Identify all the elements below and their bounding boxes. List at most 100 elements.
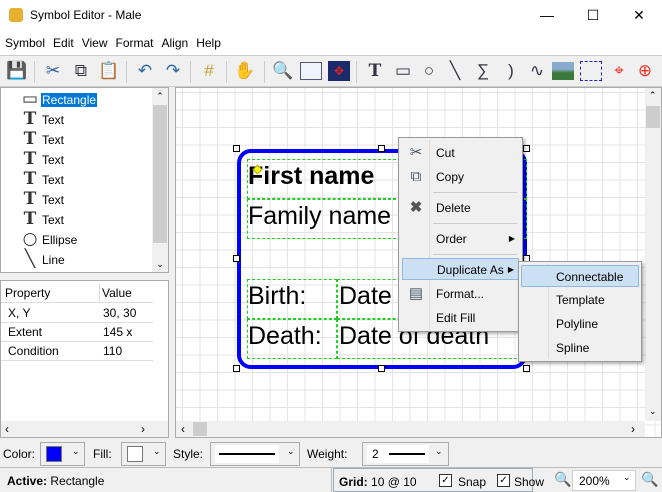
line-icon: ╲ bbox=[24, 249, 36, 269]
curve-tool-icon[interactable]: ∿ bbox=[526, 60, 548, 82]
menu-item-template[interactable]: Template bbox=[522, 289, 639, 311]
resize-handle[interactable] bbox=[523, 145, 530, 152]
undo-icon[interactable]: ↶ bbox=[134, 60, 156, 82]
tree-item-text[interactable]: T Text bbox=[19, 169, 65, 189]
first-name-text[interactable]: First name bbox=[248, 162, 374, 191]
resize-handle[interactable] bbox=[378, 365, 385, 372]
status-bar: Active: Rectangle Grid: 10 @ 10 ✓ Snap ✓ S… bbox=[0, 467, 662, 492]
property-name: Condition bbox=[8, 344, 59, 358]
resize-handle[interactable] bbox=[233, 145, 240, 152]
property-row[interactable]: Extent 145 x 110 bbox=[1, 323, 153, 358]
save-icon[interactable]: 💾 bbox=[6, 60, 28, 82]
image-tool-icon[interactable] bbox=[552, 62, 574, 80]
copy-icon[interactable]: ⧉ bbox=[70, 60, 92, 82]
redo-icon[interactable]: ↷ bbox=[162, 60, 184, 82]
family-name-text[interactable]: Family name bbox=[248, 202, 391, 231]
tree-item-label: Text bbox=[42, 133, 65, 147]
connector-tool-icon[interactable] bbox=[580, 61, 602, 81]
menu-item-order[interactable]: Order ▶ bbox=[402, 228, 519, 250]
death-label-text[interactable]: Death: bbox=[248, 322, 322, 351]
paste-icon[interactable]: 📋 bbox=[98, 60, 120, 82]
sum-tool-icon[interactable]: ∑ bbox=[472, 60, 494, 82]
color-swatch bbox=[46, 446, 62, 462]
fill-picker[interactable]: ⌄ bbox=[121, 442, 166, 466]
weight-dropdown[interactable]: 2 ⌄ bbox=[362, 442, 449, 466]
scissors-icon: ✂ bbox=[409, 144, 423, 161]
window-title: Symbol Editor - Male bbox=[30, 8, 142, 22]
text-tool-icon[interactable]: T bbox=[364, 60, 386, 82]
cut-icon[interactable]: ✂ bbox=[42, 60, 64, 82]
app-icon bbox=[9, 8, 23, 22]
zoom-out-icon[interactable]: 🔍 bbox=[554, 471, 571, 488]
origin-tool-icon[interactable]: ⊕ bbox=[634, 60, 656, 82]
maximize-button[interactable]: ☐ bbox=[570, 0, 616, 31]
tree-item-text[interactable]: T Text bbox=[19, 189, 65, 209]
menu-edit[interactable]: Edit bbox=[48, 31, 77, 50]
grid-status: Grid: 10 @ 10 ✓ Snap ✓ Show bbox=[333, 468, 544, 492]
menu-item-polyline[interactable]: Polyline bbox=[522, 313, 639, 335]
element-tree: ▭ Rectangle T Text T Text T Text T Text T Text… bbox=[0, 87, 169, 273]
props-h-scrollbar[interactable]: ‹ › bbox=[1, 421, 168, 437]
menu-item-delete[interactable]: ✖ Delete bbox=[402, 197, 519, 219]
menu-item-duplicate-as[interactable]: Duplicate As ▶ bbox=[402, 258, 519, 280]
color-label: Color: bbox=[3, 447, 36, 461]
submenu-arrow-icon: ▶ bbox=[508, 234, 515, 243]
rectangle-tool-icon[interactable]: ▭ bbox=[392, 60, 414, 82]
menu-align[interactable]: Align bbox=[157, 31, 192, 50]
pan-hand-icon[interactable]: ✋ bbox=[234, 60, 256, 82]
header-property: Property bbox=[5, 286, 51, 300]
fill-swatch bbox=[127, 446, 143, 462]
canvas-h-scrollbar[interactable]: ‹ › bbox=[176, 421, 645, 437]
tree-item-text[interactable]: T Text bbox=[19, 209, 65, 229]
arc-tool-icon[interactable]: ) bbox=[500, 60, 522, 82]
menu-view[interactable]: View bbox=[77, 31, 111, 50]
zoom-in-icon[interactable]: 🔍 bbox=[641, 471, 658, 488]
tree-scrollbar[interactable]: ⌃ ⌄ bbox=[152, 88, 168, 272]
tree-item-text[interactable]: T Text bbox=[19, 149, 65, 169]
tree-item-rectangle[interactable]: ▭ Rectangle bbox=[19, 89, 98, 109]
style-dropdown[interactable]: ⌄ bbox=[210, 442, 300, 466]
menu-item-cut[interactable]: ✂ Cut bbox=[402, 142, 519, 164]
property-row[interactable]: X, Y 30, 30 bbox=[1, 304, 153, 323]
menu-item-copy[interactable]: ⧉ Copy bbox=[402, 166, 519, 188]
menu-item-edit-fill[interactable]: Edit Fill bbox=[402, 307, 519, 329]
property-name: X, Y bbox=[8, 306, 31, 320]
text-icon: T bbox=[23, 189, 37, 209]
pin-tool-icon[interactable]: ⌖ bbox=[608, 60, 630, 82]
zoom-icon[interactable]: 🔍 bbox=[272, 60, 294, 82]
menu-format[interactable]: Format bbox=[111, 31, 157, 50]
resize-handle[interactable] bbox=[378, 145, 385, 152]
close-button[interactable]: ✕ bbox=[616, 0, 662, 31]
birth-label-text[interactable]: Birth: bbox=[248, 282, 306, 311]
property-value[interactable]: 30, 30 bbox=[103, 304, 136, 323]
line-tool-icon[interactable]: ╲ bbox=[444, 60, 466, 82]
tree-item-ellipse[interactable]: ○ Ellipse bbox=[19, 229, 78, 249]
style-label: Style: bbox=[173, 447, 204, 461]
menu-help[interactable]: Help bbox=[191, 31, 224, 50]
menu-item-spline[interactable]: Spline bbox=[522, 337, 639, 359]
zoom-dropdown[interactable]: 200% ⌄ bbox=[572, 470, 636, 491]
menu-item-connectable[interactable]: Connectable bbox=[521, 265, 639, 287]
resize-handle[interactable] bbox=[523, 365, 530, 372]
minimize-button[interactable]: — bbox=[524, 0, 570, 31]
text-icon: T bbox=[23, 109, 37, 129]
select-rect-icon[interactable] bbox=[300, 62, 322, 80]
menu-symbol[interactable]: Symbol bbox=[0, 31, 48, 50]
tree-item-text[interactable]: T Text bbox=[19, 109, 65, 129]
grid-icon[interactable]: # bbox=[198, 60, 220, 82]
resize-handle[interactable] bbox=[233, 255, 240, 262]
snap-checkbox[interactable]: ✓ bbox=[439, 474, 452, 487]
ellipse-tool-icon[interactable]: ○ bbox=[418, 60, 440, 82]
tree-item-line[interactable]: ╲ Line bbox=[19, 249, 66, 269]
resize-handle[interactable] bbox=[233, 365, 240, 372]
menu-item-format[interactable]: ▤ Format... bbox=[402, 283, 519, 305]
fit-icon[interactable]: ✥ bbox=[328, 61, 350, 81]
show-checkbox[interactable]: ✓ bbox=[497, 474, 510, 487]
color-picker[interactable]: ⌄ bbox=[40, 442, 85, 466]
tree-item-label: Text bbox=[42, 213, 65, 227]
menu-bar: Symbol Edit View Format Align Help bbox=[0, 31, 662, 55]
tree-item-text[interactable]: T Text bbox=[19, 129, 65, 149]
canvas-v-scrollbar[interactable]: ⌃ ⌄ bbox=[645, 88, 661, 421]
property-row[interactable]: Condition bbox=[1, 342, 153, 361]
copy-icon: ⧉ bbox=[410, 168, 422, 185]
